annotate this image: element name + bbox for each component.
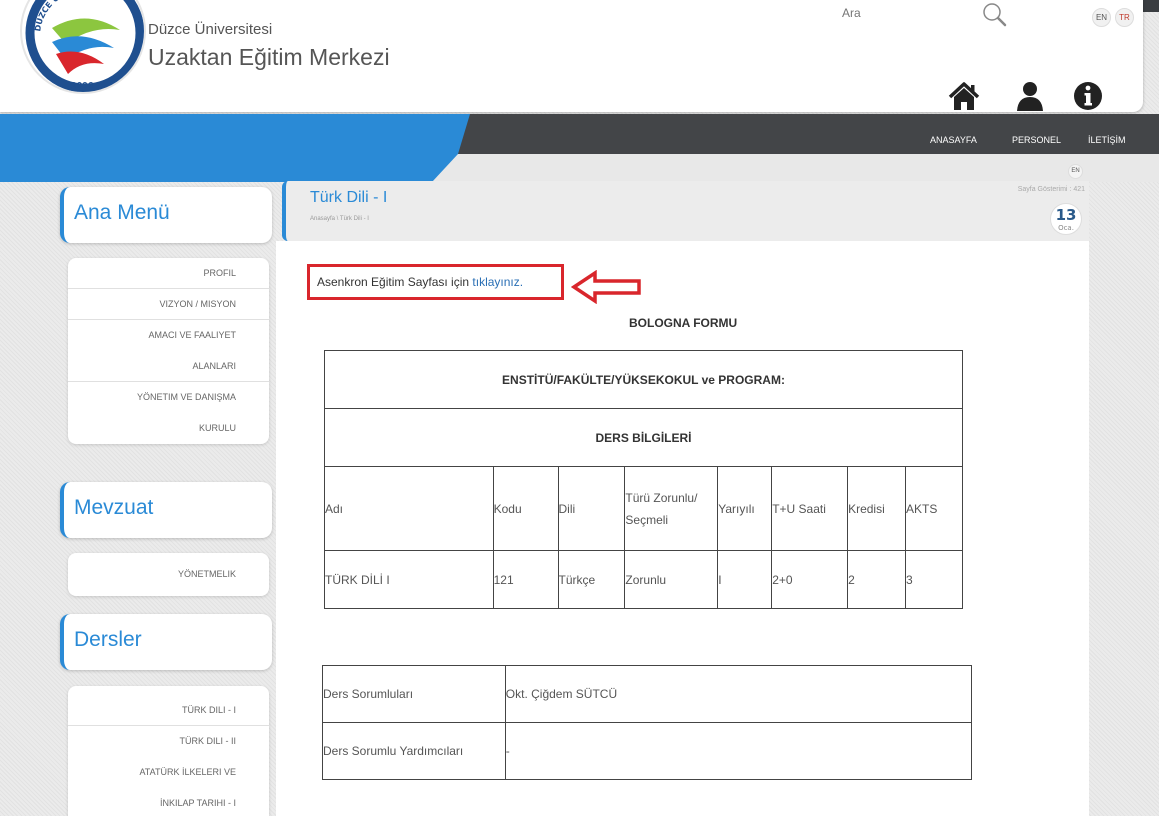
sidebar-item-profil[interactable]: PROFIL [68,258,269,289]
header-credits: Kredisi [847,466,907,551]
instructor-label: Ders Sorumluları [322,665,506,723]
async-link[interactable]: tıklayınız. [472,275,523,289]
sidebar-list-main: PROFIL VIZYON / MISYON AMACI VE FAALIYET… [68,258,269,444]
sidebar-item-amaci[interactable]: AMACI VE FAALIYET [68,320,269,351]
page-title: Türk Dili - I [310,189,388,206]
page-title-bar: Türk Dili - I Anasayfa \ Türk Dili - I E… [282,164,1089,241]
nav-personel[interactable]: PERSONEL [1012,135,1061,145]
breadcrumb[interactable]: Anasayfa \ Türk Dili - I [310,216,369,222]
assistant-label: Ders Sorumlu Yardımcıları [322,722,506,780]
nav-contact[interactable]: İLETİŞİM [1088,135,1126,145]
instructor-table: Ders Sorumluları Okt. Çiğdem SÜTCÜ Ders … [322,665,973,780]
university-name: Düzce Üniversitesi [148,21,273,38]
logo-year: 2006 [71,81,94,90]
table-row: Ders Sorumlu Yardımcıları - [322,722,973,780]
page-view-count: Sayfa Gösterimi : 421 [1017,186,1085,193]
sidebar-title: Mevzuat [74,496,154,519]
date-day: 13 [1055,206,1077,224]
lang-tr-button[interactable]: TR [1115,8,1134,27]
table-header-row: Adı Kodu Dili Türü Zorunlu/Seçmeli Yarıy… [324,466,963,551]
sidebar-title: Dersler [74,628,142,651]
cell-hours: 2+0 [771,550,849,609]
main-nav: ANASAYFA PERSONEL İLETİŞİM [0,114,1159,182]
page-lang-en-button[interactable]: EN [1068,164,1083,179]
sidebar-section-dersler: Dersler [60,614,272,670]
site-header: DÜZCE ÜNİVERSİTESİ 2006 Düzce Üniversite… [0,0,1143,112]
sidebar-item-yonetim-cont[interactable]: KURULU [68,413,269,444]
sidebar-section-mevzuat: Mevzuat [60,482,272,538]
async-text: Asenkron Eğitim Sayfası için tıklayınız. [317,275,524,289]
table-row: TÜRK DİLİ I 121 Türkçe Zorunlu I 2+0 2 3 [324,550,963,609]
sidebar-item-yonetmelik[interactable]: YÖNETMELIK [68,553,269,596]
home-icon[interactable] [946,78,982,114]
course-info-table: ENSTİTÜ/FAKÜLTE/YÜKSEKOKUL ve PROGRAM: D… [324,350,963,609]
user-icon[interactable] [1012,78,1048,114]
assistant-value: - [504,722,973,780]
cell-akts: 3 [905,550,963,609]
header-hours: T+U Saati [771,466,849,551]
cell-language: Türkçe [557,550,626,609]
date-badge: 13 Oca. [1050,203,1082,235]
header-code: Kodu [492,466,559,551]
header-akts: AKTS [905,466,963,551]
university-logo[interactable]: DÜZCE ÜNİVERSİTESİ 2006 [20,0,146,94]
sidebar-item-amaci-cont[interactable]: ALANLARI [68,351,269,382]
cell-credits: 2 [847,550,907,609]
cell-semester: I [717,550,773,609]
course-info-cell: DERS BİLGİLERİ [324,408,963,467]
instructor-value: Okt. Çiğdem SÜTCÜ [504,665,973,723]
async-highlight-box: Asenkron Eğitim Sayfası için tıklayınız. [307,264,564,300]
sidebar-list-mevzuat: YÖNETMELIK [68,553,269,596]
sidebar-item-inkilap[interactable]: İNKILAP TARIHI - I [68,788,269,816]
form-title: BOLOGNA FORMU [629,316,738,330]
logo-emblem-icon: DÜZCE ÜNİVERSİTESİ 2006 [25,0,144,92]
sidebar-item-yonetim[interactable]: YÖNETIM VE DANIŞMA [68,382,269,413]
cell-code: 121 [492,550,559,609]
sidebar-item-vizyon[interactable]: VIZYON / MISYON [68,289,269,320]
header-name: Adı [324,466,494,551]
center-name: Uzaktan Eğitim Merkezi [148,44,390,70]
table-row: Ders Sorumluları Okt. Çiğdem SÜTCÜ [322,665,973,723]
date-month: Oca. [1058,224,1074,232]
program-cell: ENSTİTÜ/FAKÜLTE/YÜKSEKOKUL ve PROGRAM: [324,350,963,409]
left-arrow-icon [571,270,641,304]
sidebar-section-main: Ana Menü [60,187,272,243]
sidebar-item-ataturk[interactable]: ATATÜRK İLKELERI VE [68,757,269,788]
header-semester: Yarıyılı [717,466,773,551]
search-input[interactable] [836,0,976,26]
cell-type: Zorunlu [624,550,719,609]
sidebar-item-turk-dili-1[interactable]: TÜRK DILI - I [68,695,269,726]
cell-name: TÜRK DİLİ I [324,550,494,609]
search-icon[interactable] [980,1,1008,27]
lang-en-button[interactable]: EN [1092,8,1111,27]
sidebar-title: Ana Menü [74,201,170,224]
search-box [836,0,1033,28]
info-icon[interactable] [1070,78,1106,114]
nav-home[interactable]: ANASAYFA [930,135,977,145]
header-language: Dili [557,466,626,551]
sidebar-item-turk-dili-2[interactable]: TÜRK DILI - II [68,726,269,757]
sidebar-list-dersler: TÜRK DILI - I TÜRK DILI - II ATATÜRK İLK… [68,686,269,816]
header-type: Türü Zorunlu/Seçmeli [624,466,719,551]
